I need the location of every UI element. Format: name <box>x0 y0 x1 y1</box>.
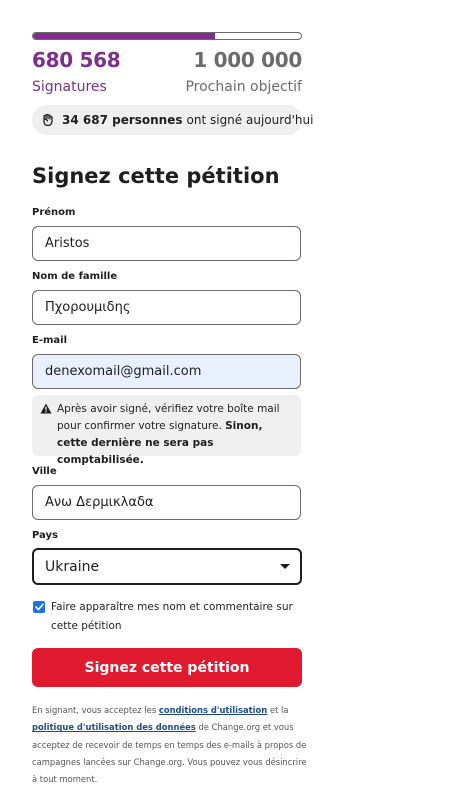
form-title: Signez cette pétition <box>32 164 280 188</box>
goal-count: 1 000 000 <box>193 48 302 72</box>
display-name-checkbox[interactable] <box>33 601 45 613</box>
signed-today-count: 34 687 personnes <box>62 113 183 127</box>
signature-count: 680 568 <box>32 48 121 72</box>
first-name-label: Prénom <box>32 207 76 218</box>
terms-link[interactable]: conditions d'utilisation <box>159 705 267 715</box>
goal-label: Prochain objectif <box>185 79 302 95</box>
privacy-policy-link[interactable]: politique d'utilisation des données <box>32 722 196 732</box>
email-label: E-mail <box>32 335 68 346</box>
city-input[interactable]: Ανω Δερμικλαδα <box>32 485 301 520</box>
country-select[interactable]: Ukraine <box>32 548 302 585</box>
legal-text-1: En signant, vous acceptez les <box>32 705 157 715</box>
country-select-value: Ukraine <box>45 558 100 575</box>
country-label: Pays <box>32 530 58 541</box>
hand-fist-icon <box>41 113 55 127</box>
warning-icon <box>40 403 52 414</box>
signed-today-text: ont signé aujourd'hui <box>186 113 314 127</box>
count-row: 680 568 1 000 000 <box>32 48 302 72</box>
email-warning: Après avoir signé, vérifiez votre boîte … <box>32 395 301 466</box>
legal-text-2: et la <box>269 705 289 715</box>
signature-progress-bar <box>32 32 302 40</box>
chevron-down-icon <box>280 564 290 569</box>
signed-today-badge: 34 687 personnes ont signé aujourd'hui <box>32 105 313 135</box>
last-name-input[interactable]: Πχορουμιδης <box>32 290 301 325</box>
signatures-label: Signatures <box>32 79 107 95</box>
progress-fill <box>33 33 216 39</box>
legal-notice: En signant, vous acceptez les conditions… <box>32 702 307 788</box>
email-input[interactable]: denexomail@gmail.com <box>32 354 301 389</box>
checkmark-icon <box>34 603 44 611</box>
first-name-input[interactable]: Aristos <box>32 226 301 261</box>
display-name-checkbox-label[interactable]: Faire apparaître mes nom et commentaire … <box>51 598 303 636</box>
city-label: Ville <box>32 466 57 477</box>
sign-petition-button[interactable]: Signez cette pétition <box>32 648 302 687</box>
count-labels: Signatures Prochain objectif <box>32 79 302 95</box>
last-name-label: Nom de famille <box>32 271 118 282</box>
